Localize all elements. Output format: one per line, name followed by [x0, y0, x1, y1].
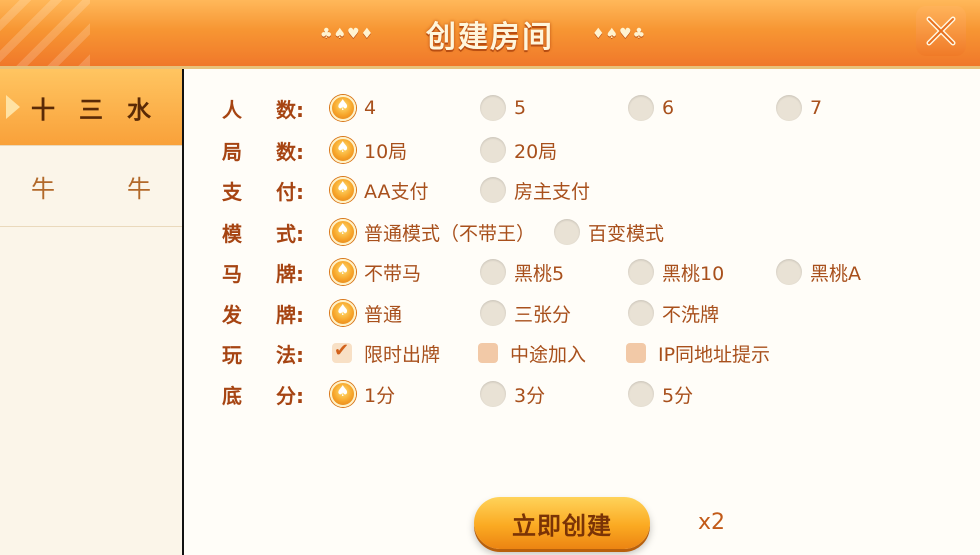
option-payment-aa[interactable]: AA支付 [330, 177, 429, 204]
option-label: 5分 [662, 384, 694, 407]
active-arrow-icon [6, 95, 20, 119]
checkbox-checked-icon [332, 340, 352, 363]
sidebar-item-niuniu[interactable]: 牛 牛 [0, 146, 182, 227]
option-label: 20局 [514, 140, 558, 163]
option-deal-normal[interactable]: 普通 [330, 300, 402, 327]
radio-icon [480, 259, 506, 285]
option-mode-wild[interactable]: 百变模式 [554, 219, 664, 246]
option-horse-none[interactable]: 不带马 [330, 259, 421, 286]
close-icon [926, 16, 956, 46]
option-players-5[interactable]: 5 [480, 95, 526, 121]
option-label: 7 [810, 97, 823, 119]
option-mode-normal[interactable]: 普通模式（不带王） [330, 219, 535, 246]
radio-selected-icon [330, 219, 356, 245]
option-label: 三张分 [514, 303, 572, 326]
create-room-button[interactable]: 立即创建 [474, 497, 650, 549]
checkbox-ip-warning[interactable]: IP同地址提示 [626, 340, 770, 367]
page-title: 创建房间 [426, 20, 554, 55]
option-horse-spade5[interactable]: 黑桃5 [480, 259, 564, 286]
row-label: 玩法: [222, 342, 304, 367]
option-rounds-10[interactable]: 10局 [330, 137, 407, 164]
row-label: 人数: [222, 97, 304, 122]
radio-selected-icon [330, 300, 356, 326]
option-label: 限时出牌 [364, 343, 441, 366]
radio-icon [628, 259, 654, 285]
radio-icon [628, 381, 654, 407]
checkbox-icon [626, 343, 646, 363]
option-label: 10局 [364, 140, 408, 163]
close-button[interactable] [916, 6, 966, 56]
label-char: 三 [79, 95, 103, 124]
suits-decoration-right: ♦♠♥♣ [592, 26, 647, 42]
option-label: 黑桃5 [514, 262, 565, 285]
option-horse-spadeA[interactable]: 黑桃A [776, 259, 861, 286]
option-label: 1分 [364, 384, 396, 407]
option-label: 普通 [364, 303, 403, 326]
radio-icon [628, 95, 654, 121]
room-card-cost: x2 [698, 510, 726, 535]
option-label: 普通模式（不带王） [364, 222, 536, 245]
settings-panel: 人数: 4 5 6 7 局数: 10局 20局 支付: AA支付 房主支付 模式… [184, 69, 980, 555]
option-label: 黑桃10 [662, 262, 725, 285]
radio-icon [776, 259, 802, 285]
label-char: 水 [127, 95, 151, 124]
radio-selected-icon [330, 137, 356, 163]
option-score-3[interactable]: 3分 [480, 381, 545, 408]
option-score-5[interactable]: 5分 [628, 381, 693, 408]
checkbox-time-limit[interactable]: 限时出牌 [332, 340, 440, 367]
option-label: 5 [514, 97, 527, 119]
option-label: 中途加入 [510, 343, 587, 366]
option-label: 百变模式 [588, 222, 665, 245]
header-bar: ♣♠♥♦ 创建房间 ♦♠♥♣ [0, 0, 980, 69]
option-rounds-20[interactable]: 20局 [480, 137, 557, 164]
sidebar-item-label: 牛 牛 [31, 169, 151, 204]
option-deal-three[interactable]: 三张分 [480, 300, 571, 327]
option-deal-noshuffle[interactable]: 不洗牌 [628, 300, 719, 327]
checkbox-icon [478, 343, 498, 363]
radio-icon [480, 381, 506, 407]
radio-icon [480, 95, 506, 121]
radio-selected-icon [330, 381, 356, 407]
sidebar-item-shisanshui[interactable]: 十 三 水 [0, 69, 182, 146]
radio-icon [776, 95, 802, 121]
row-label: 支付: [222, 179, 304, 204]
radio-icon [628, 300, 654, 326]
option-payment-host[interactable]: 房主支付 [480, 177, 590, 204]
radio-selected-icon [330, 177, 356, 203]
label-char: 牛 [31, 174, 55, 203]
option-players-7[interactable]: 7 [776, 95, 822, 121]
option-label: 6 [662, 97, 675, 119]
radio-selected-icon [330, 259, 356, 285]
option-label: 不洗牌 [662, 303, 720, 326]
radio-icon [554, 219, 580, 245]
option-label: 不带马 [364, 262, 422, 285]
label-char: 十 [31, 95, 55, 124]
row-label: 局数: [222, 139, 304, 164]
row-label: 模式: [222, 221, 304, 246]
option-label: 黑桃A [810, 262, 861, 285]
row-label: 发牌: [222, 302, 304, 327]
option-label: 4 [364, 97, 377, 119]
option-label: 3分 [514, 384, 546, 407]
option-score-1[interactable]: 1分 [330, 381, 395, 408]
option-label: AA支付 [364, 180, 429, 203]
radio-icon [480, 300, 506, 326]
radio-icon [480, 137, 506, 163]
checkbox-join-midway[interactable]: 中途加入 [478, 340, 586, 367]
row-label: 马牌: [222, 261, 304, 286]
option-players-6[interactable]: 6 [628, 95, 674, 121]
sidebar-item-label: 十 三 水 [31, 90, 151, 125]
radio-icon [480, 177, 506, 203]
game-type-sidebar: 十 三 水 牛 牛 [0, 69, 182, 555]
row-label: 底分: [222, 383, 304, 408]
option-horse-spade10[interactable]: 黑桃10 [628, 259, 724, 286]
label-char: 牛 [127, 174, 151, 203]
option-label: IP同地址提示 [658, 343, 771, 366]
option-players-4[interactable]: 4 [330, 95, 376, 121]
radio-selected-icon [330, 95, 356, 121]
option-label: 房主支付 [514, 180, 591, 203]
